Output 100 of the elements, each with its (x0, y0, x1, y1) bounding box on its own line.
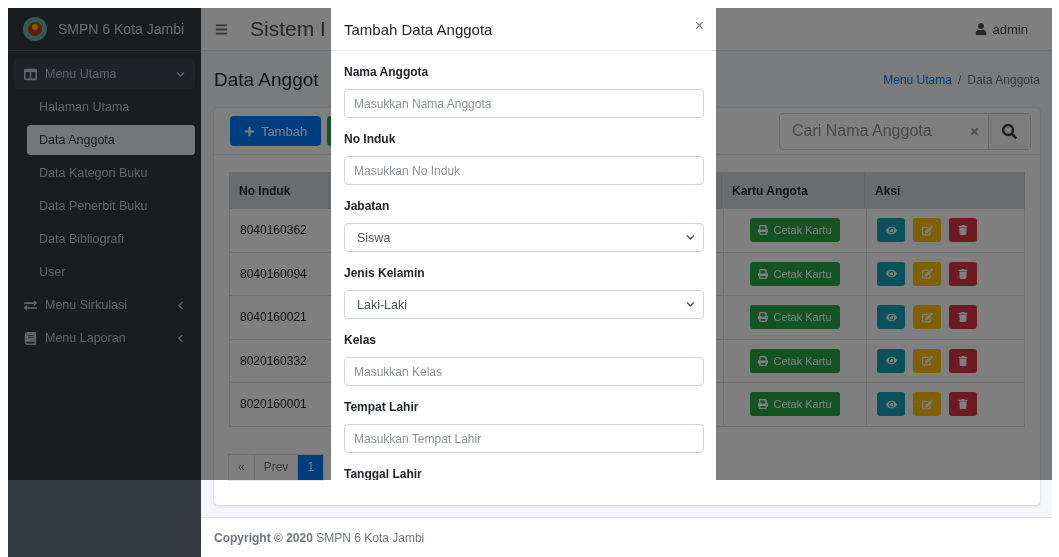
table-cell-text: 8040160021 (239, 309, 308, 327)
sidebar-item[interactable]: Data Bibliografi (27, 224, 195, 254)
sidebar-item[interactable]: Halaman Utama (27, 92, 195, 122)
eye-icon (885, 311, 897, 323)
view-button[interactable] (877, 392, 905, 417)
field-label: Nama Anggota (344, 65, 430, 81)
field-label: Jenis Kelamin (344, 266, 426, 282)
chevron-down-icon (686, 300, 695, 309)
edit-button[interactable] (913, 218, 941, 243)
columns-icon (24, 67, 37, 81)
sidebar-item[interactable]: User (27, 257, 195, 287)
printer-icon (758, 225, 769, 236)
field-label: Jabatan (344, 199, 391, 215)
page-link[interactable]: 1 (297, 453, 325, 481)
trash-icon (958, 225, 968, 236)
print-card-button[interactable]: Cetak Kartu (750, 348, 840, 373)
page-link[interactable]: Prev (253, 453, 299, 481)
edit-icon (921, 311, 933, 323)
logo-icon (22, 16, 48, 42)
search-field[interactable]: Cari Nama Anggota (780, 113, 961, 149)
column-header: No Induk (229, 172, 329, 209)
brand-name: SMPN 6 Kota Jambi (58, 21, 185, 37)
menu-icon[interactable] (215, 22, 228, 36)
delete-button[interactable] (949, 348, 977, 373)
edit-button[interactable] (913, 392, 941, 417)
edit-icon (921, 355, 933, 367)
print-card-button[interactable]: Cetak Kartu (750, 305, 840, 330)
sidebar-group[interactable]: Menu Utama (14, 59, 195, 89)
view-button[interactable] (877, 348, 905, 373)
eye-icon (885, 224, 897, 236)
table-cell-text: 8040160094 (239, 265, 308, 283)
search-button[interactable] (988, 113, 1030, 149)
field-label: Tempat Lahir (344, 400, 420, 416)
printer-icon (758, 268, 769, 279)
app-title: Sistem I (250, 17, 326, 41)
delete-button[interactable] (949, 392, 977, 417)
select-field[interactable]: Laki-Laki (344, 290, 704, 319)
field-label: No Induk (344, 132, 397, 148)
print-card-button[interactable]: Cetak Kartu (750, 392, 840, 417)
chevron-left-icon (176, 333, 185, 343)
user-icon (974, 23, 987, 35)
table-cell-text: 8040160362 (239, 222, 308, 240)
page-link[interactable]: « (228, 453, 255, 481)
plus-icon (243, 125, 255, 137)
close-button[interactable]: × (694, 17, 704, 35)
printer-icon (758, 355, 769, 366)
trash-icon (958, 312, 968, 323)
print-card-button[interactable]: Cetak Kartu (750, 261, 840, 286)
field-label: Kelas (344, 333, 378, 349)
delete-button[interactable] (949, 218, 977, 243)
search-icon (1002, 123, 1017, 139)
chevron-down-icon (686, 233, 695, 242)
sidebar-item[interactable]: Data Kategori Buku (27, 158, 195, 188)
input-field[interactable]: Masukkan No Induk (344, 156, 704, 185)
delete-button[interactable] (949, 305, 977, 330)
edit-button[interactable] (913, 348, 941, 373)
sidebar-group[interactable]: Menu Laporan (14, 323, 195, 353)
column-header: Kartu Angota (722, 172, 865, 209)
select-field[interactable]: Siswa (344, 223, 704, 252)
input-field[interactable]: Masukkan Tempat Lahir (344, 424, 704, 453)
printer-icon (758, 399, 769, 410)
printer-icon (758, 312, 769, 323)
close-icon (969, 125, 980, 137)
view-button[interactable] (877, 218, 905, 243)
table-cell-text: 8020160001 (239, 396, 308, 414)
copyright-text: Copyright © 2020 SMPN 6 Kota Jambi (214, 530, 425, 545)
breadcrumb-separator: / (957, 72, 962, 87)
eye-icon (885, 398, 897, 410)
eye-icon (885, 268, 897, 280)
edit-button[interactable] (913, 305, 941, 330)
user-link[interactable]: admin (974, 21, 1038, 37)
edit-icon (921, 398, 933, 410)
field-label: Tanggal Lahir (344, 467, 423, 480)
trash-icon (958, 268, 968, 279)
breadcrumb-current: Data Anggota (967, 72, 1040, 87)
modal-title: Tambah Data Anggota (344, 20, 493, 38)
chevron-left-icon (176, 300, 185, 310)
chevron-down-icon (176, 69, 185, 79)
breadcrumb-link[interactable]: Menu Utama (883, 72, 952, 87)
table-cell-text: 8020160332 (239, 352, 308, 370)
input-field[interactable]: Masukkan Nama Anggota (344, 89, 704, 118)
eye-icon (885, 355, 897, 367)
view-button[interactable] (877, 261, 905, 286)
edit-icon (921, 268, 933, 280)
search-bar[interactable]: Cari Nama Anggota (779, 112, 1031, 150)
add-button[interactable]: Tambah (230, 116, 321, 146)
print-card-button[interactable]: Cetak Kartu (750, 218, 840, 243)
book-icon (24, 331, 37, 345)
input-field[interactable]: Masukkan Kelas (344, 357, 704, 386)
edit-icon (921, 224, 933, 236)
sidebar-group[interactable]: Menu Sirkulasi (14, 290, 195, 320)
exchange-icon (24, 298, 37, 312)
delete-button[interactable] (949, 261, 977, 286)
sidebar-item[interactable]: Data Anggota (27, 125, 195, 155)
trash-icon (958, 399, 968, 410)
column-header: Aksi (865, 172, 1025, 209)
edit-button[interactable] (913, 261, 941, 286)
view-button[interactable] (877, 305, 905, 330)
trash-icon (958, 355, 968, 366)
sidebar-item[interactable]: Data Penerbit Buku (27, 191, 195, 221)
